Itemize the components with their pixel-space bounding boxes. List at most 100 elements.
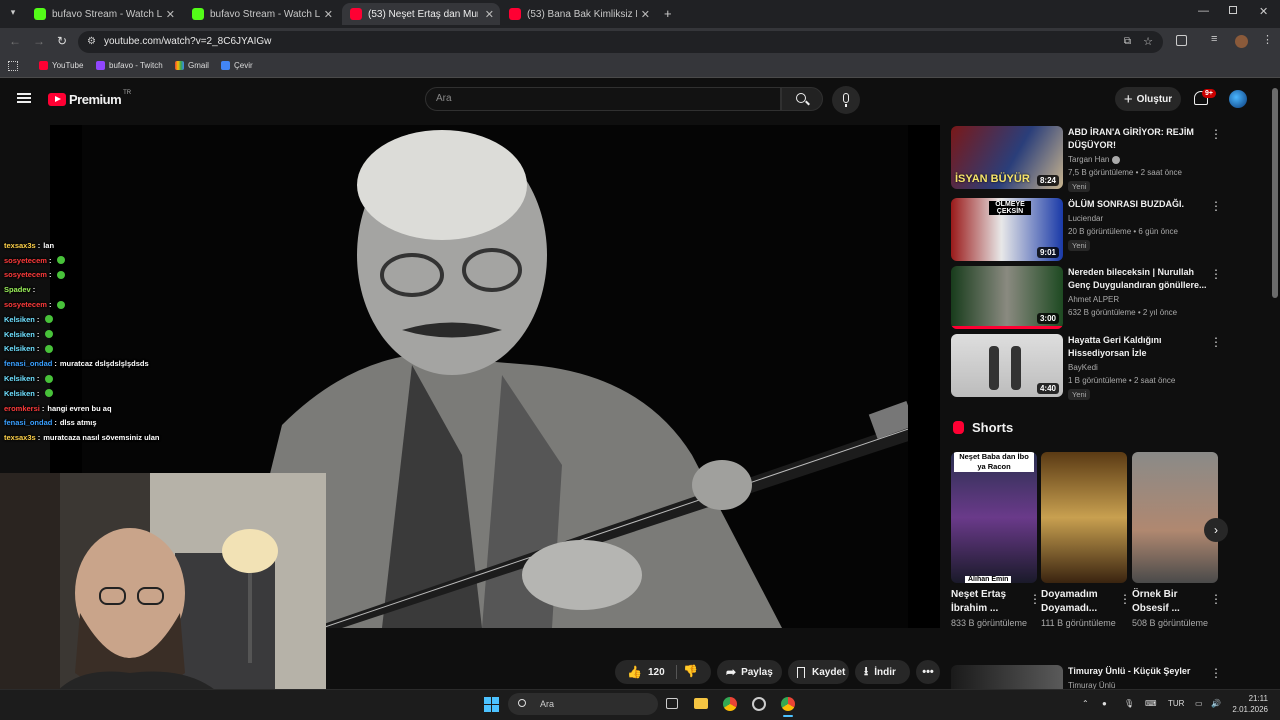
taskbar-search[interactable]: Ara <box>508 693 658 715</box>
reload-icon[interactable]: ↻ <box>57 34 67 48</box>
bookmark-star-icon[interactable]: ☆ <box>1143 31 1153 53</box>
video-menu-icon[interactable]: ⋮ <box>1210 128 1222 140</box>
chrome-active-icon[interactable] <box>781 697 795 711</box>
input-language[interactable]: TUR <box>1168 699 1184 708</box>
chat-username[interactable]: fenasi_ondad <box>4 418 52 427</box>
tab-close-icon[interactable]: ✕ <box>485 8 494 21</box>
tray-chevron-icon[interactable]: ⌃ <box>1082 699 1089 708</box>
chat-username[interactable]: Kelsiken <box>4 344 35 353</box>
tab-kick-2[interactable]: bufavo Stream - Watch Live on ✕ <box>184 3 339 25</box>
search-button[interactable] <box>781 87 823 111</box>
taskbar-clock[interactable]: 21:11 2.01.2026 <box>1228 693 1268 715</box>
chrome-icon[interactable] <box>723 697 737 711</box>
short-title[interactable]: Örnek Bir Obsesif ... <box>1132 588 1204 616</box>
voice-search-button[interactable] <box>832 86 860 114</box>
chat-username[interactable]: texsax3s <box>4 241 36 250</box>
video-thumbnail[interactable]: ÖLMEYE ÇEKSİN 9:01 <box>951 198 1063 261</box>
tab-kick-1[interactable]: bufavo Stream - Watch Live on ✕ <box>26 3 181 25</box>
account-avatar[interactable] <box>1229 90 1247 108</box>
video-menu-icon[interactable]: ⋮ <box>1210 336 1222 348</box>
tray-mic-icon[interactable]: 🎙 <box>1124 699 1134 708</box>
forward-icon[interactable]: → <box>33 34 45 48</box>
extensions-icon[interactable] <box>1176 35 1187 46</box>
short-thumbnail[interactable]: Neşet Baba dan İbo ya Racon Alihan Emin <box>951 452 1037 583</box>
chat-username[interactable]: Spadev <box>4 285 31 294</box>
save-button[interactable]: Kaydet <box>788 660 849 684</box>
short-thumbnail[interactable] <box>1041 452 1127 583</box>
create-button[interactable]: + Oluştur <box>1115 87 1181 111</box>
minimize-icon[interactable]: — <box>1198 5 1209 17</box>
task-view-icon[interactable] <box>666 698 678 709</box>
recommended-video[interactable]: ÖLMEYE ÇEKSİN 9:01 ÖLÜM SONRASI BUZDAĞI.… <box>951 198 1231 264</box>
shorts-next-button[interactable]: › <box>1204 518 1228 542</box>
chat-username[interactable]: Kelsiken <box>4 330 35 339</box>
short-menu-icon[interactable]: ⋮ <box>1119 592 1131 606</box>
video-thumbnail[interactable]: 4:40 <box>951 334 1063 397</box>
tab-youtube-2[interactable]: (53) Bana Bak Kimliksiz Devlet ✕ <box>501 3 656 25</box>
recommended-video[interactable]: 4:40 Hayatta Geri Kaldığını Hissediyorsa… <box>951 334 1231 400</box>
recommended-video[interactable]: 3:00 Nereden bileceksin | Nurullah Genç … <box>951 266 1231 332</box>
install-app-icon[interactable]: ⧉ <box>1124 31 1131 53</box>
app-icon[interactable] <box>752 697 766 711</box>
tab-close-icon[interactable]: ✕ <box>324 8 333 21</box>
video-title[interactable]: ÖLÜM SONRASI BUZDAĞI. <box>1068 198 1208 211</box>
chat-username[interactable]: sosyetecem <box>4 270 47 279</box>
browser-menu-icon[interactable]: ⋮ <box>1262 33 1273 46</box>
video-title[interactable]: Timuray Ünlü - Küçük Şeyler <box>1068 665 1208 678</box>
video-title[interactable]: ABD İRAN'A GİRİYOR: REJİM DÜŞÜYOR! <box>1068 126 1208 152</box>
short-thumbnail[interactable] <box>1132 452 1218 583</box>
video-menu-icon[interactable]: ⋮ <box>1210 667 1222 679</box>
hamburger-menu-icon[interactable] <box>17 93 31 103</box>
bookmark-twitch[interactable]: bufavo - Twitch <box>96 61 163 70</box>
search-input[interactable]: Ara <box>425 87 781 111</box>
tab-close-icon[interactable]: ✕ <box>166 8 175 21</box>
site-info-icon[interactable]: ⚙ <box>87 31 96 53</box>
apps-grid-icon[interactable] <box>8 61 18 71</box>
chat-username[interactable]: fenasi_ondad <box>4 359 52 368</box>
bookmark-gmail[interactable]: Gmail <box>175 61 209 70</box>
video-thumbnail[interactable] <box>951 665 1063 689</box>
channel-name[interactable]: Luciendar <box>1068 213 1218 225</box>
video-thumbnail[interactable]: İSYAN BÜYÜR 8:24 <box>951 126 1063 189</box>
bookmark-youtube[interactable]: YouTube <box>39 61 83 70</box>
recommended-video[interactable]: İSYAN BÜYÜR 8:24 ABD İRAN'A GİRİYOR: REJ… <box>951 126 1231 192</box>
file-explorer-icon[interactable] <box>694 698 708 709</box>
windows-start-icon[interactable] <box>484 697 499 712</box>
chat-username[interactable]: Kelsiken <box>4 389 35 398</box>
youtube-logo[interactable]: Premium TR <box>48 90 131 107</box>
close-window-icon[interactable]: ✕ <box>1259 5 1268 18</box>
like-button[interactable]: 👍 120 <box>615 665 665 679</box>
dislike-button[interactable]: 👎 <box>683 664 698 678</box>
restore-icon[interactable] <box>1229 6 1237 14</box>
download-button[interactable]: ⭳ İndir <box>855 660 910 684</box>
bookmark-translate[interactable]: Çevir <box>221 61 253 70</box>
reading-list-icon[interactable]: ≡ <box>1211 33 1217 45</box>
chat-username[interactable]: sosyetecem <box>4 300 47 309</box>
video-title[interactable]: Hayatta Geri Kaldığını Hissediyorsan İzl… <box>1068 334 1208 360</box>
short-card[interactable]: Doyamadım Doyamadı... 111 B görüntüleme … <box>1041 452 1131 630</box>
short-menu-icon[interactable]: ⋮ <box>1029 592 1041 606</box>
channel-name[interactable]: Ahmet ALPER <box>1068 294 1218 306</box>
recommended-video[interactable]: Timuray Ünlü - Küçük Şeyler Timuray Ünlü… <box>951 665 1231 689</box>
back-icon[interactable]: ← <box>9 34 21 48</box>
video-menu-icon[interactable]: ⋮ <box>1210 268 1222 280</box>
share-button[interactable]: ➦ Paylaş <box>717 660 782 684</box>
scrollbar-thumb[interactable] <box>1272 88 1278 298</box>
channel-name[interactable]: BayKedi <box>1068 362 1218 374</box>
video-title[interactable]: Nereden bileceksin | Nurullah Genç Duygu… <box>1068 266 1208 292</box>
video-menu-icon[interactable]: ⋮ <box>1210 200 1222 212</box>
video-thumbnail[interactable]: 3:00 <box>951 266 1063 329</box>
short-card[interactable]: Neşet Baba dan İbo ya Racon Alihan Emin … <box>951 452 1041 630</box>
tray-keyboard-icon[interactable]: ⌨ <box>1145 699 1157 708</box>
tab-youtube-active[interactable]: (53) Neşet Ertaş dan Muratcaz ✕ <box>342 3 500 25</box>
new-tab-plus-icon[interactable]: + <box>664 6 672 21</box>
tray-app-icon[interactable]: ● <box>1102 699 1107 708</box>
short-card[interactable]: Örnek Bir Obsesif ... 508 B görüntüleme … <box>1132 452 1222 630</box>
more-actions-button[interactable]: ••• <box>916 660 940 684</box>
channel-name[interactable]: Timuray Ünlü <box>1068 680 1218 689</box>
network-icon[interactable]: ▭ <box>1195 699 1203 708</box>
chat-username[interactable]: sosyetecem <box>4 256 47 265</box>
tab-close-icon[interactable]: ✕ <box>641 8 650 21</box>
chat-username[interactable]: Kelsiken <box>4 315 35 324</box>
short-title[interactable]: Neşet Ertaş İbrahim ... <box>951 588 1023 616</box>
